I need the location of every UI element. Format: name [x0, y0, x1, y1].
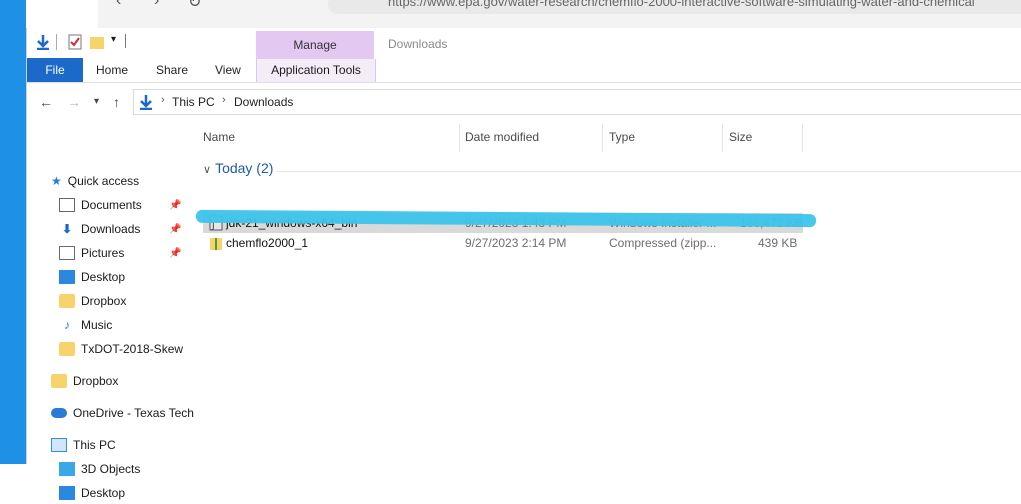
file-row[interactable]: chemflo2000_1 9/27/2023 2:14 PM Compress… [203, 233, 803, 253]
address-bar[interactable]: › This PC › Downloads [133, 89, 1021, 115]
downloads-arrow-icon [37, 35, 49, 50]
breadcrumb-downloads[interactable]: Downloads [234, 95, 293, 109]
breadcrumb-chevron-icon: › [161, 94, 165, 106]
file-size: 439 KB [758, 236, 798, 250]
quick-access-toolbar: ▾ Manage Downloads [27, 28, 1021, 59]
file-date: 9/27/2023 2:14 PM [465, 236, 567, 250]
folder-icon [59, 341, 75, 356]
folder-icon [59, 293, 75, 308]
window-title: Downloads [388, 37, 448, 51]
properties-icon[interactable] [67, 34, 83, 50]
tab-share[interactable]: Share [156, 58, 188, 82]
file-name: chemflo2000_1 [226, 236, 309, 250]
pictures-icon [59, 245, 75, 260]
up-button[interactable]: ↑ [113, 94, 120, 110]
nav-item-3d-objects[interactable]: 3D Objects [59, 458, 140, 480]
column-header-date[interactable]: Date modified [465, 130, 539, 144]
nav-label: Documents [81, 198, 142, 212]
desktop-icon [59, 485, 75, 500]
nav-label: Music [81, 318, 113, 332]
nav-this-pc[interactable]: This PC [51, 434, 116, 456]
group-label: Today (2) [215, 160, 274, 176]
nav-item-desktop-pc[interactable]: Desktop [59, 482, 125, 504]
new-folder-icon[interactable] [89, 34, 105, 50]
nav-label: Downloads [81, 222, 141, 236]
pin-icon: 📌 [169, 224, 182, 235]
nav-quick-access[interactable]: ★ Quick access [51, 170, 139, 192]
desktop-icon [59, 269, 75, 284]
back-arrow-icon[interactable]: ‹ [116, 0, 121, 10]
downloads-arrow-icon: ⬇ [61, 221, 73, 236]
nav-dropbox[interactable]: Dropbox [51, 370, 118, 392]
forward-arrow-icon[interactable]: › [154, 0, 159, 10]
file-type: Compressed (zipp... [609, 236, 717, 250]
nav-onedrive[interactable]: OneDrive - Texas Tech [51, 402, 194, 424]
group-header-today[interactable]: ∨ Today (2) [203, 160, 273, 176]
column-header-size[interactable]: Size [729, 130, 752, 144]
nav-label: Dropbox [81, 294, 127, 308]
column-divider[interactable] [802, 124, 803, 152]
cloud-icon [51, 407, 67, 418]
pin-icon: 📌 [169, 248, 182, 259]
nav-label: This PC [73, 438, 116, 452]
nav-label: Dropbox [73, 374, 119, 388]
column-divider[interactable] [602, 124, 603, 152]
nav-item-music[interactable]: ♪ Music [59, 314, 112, 336]
nav-label: Desktop [81, 270, 126, 284]
column-header-type[interactable]: Type [609, 130, 635, 144]
computer-icon [51, 437, 67, 452]
breadcrumb-this-pc[interactable]: This PC [172, 95, 215, 109]
tab-home[interactable]: Home [96, 58, 128, 82]
column-divider[interactable] [722, 124, 723, 152]
pin-icon: 📌 [169, 200, 182, 211]
ribbon-tabs: File Home Share View [27, 58, 1021, 83]
nav-item-documents[interactable]: Documents [59, 194, 142, 216]
browser-url-bar[interactable]: https://www.epa.gov/water-research/chemf… [328, 0, 1021, 14]
nav-label: 3D Objects [81, 462, 141, 476]
recent-locations-chevron-icon[interactable]: ▾ [94, 96, 99, 107]
breadcrumb-chevron-icon: › [222, 94, 226, 106]
customize-toolbar-chevron-icon[interactable]: ▾ [111, 34, 116, 45]
toolbar-divider [125, 34, 126, 48]
folder-icon [51, 373, 67, 388]
refresh-icon[interactable]: ↻ [188, 0, 201, 12]
chevron-down-icon: ∨ [203, 164, 212, 176]
star-icon: ★ [51, 174, 62, 188]
group-divider [277, 171, 1021, 172]
nav-item-downloads[interactable]: ⬇ Downloads [59, 218, 140, 240]
navigation-pane: ★ Quick access Documents 📌 ⬇ Downloads 📌 P… [27, 120, 194, 500]
column-divider[interactable] [459, 124, 460, 152]
nav-item-desktop[interactable]: Desktop [59, 266, 125, 288]
desktop-background [0, 0, 26, 464]
nav-item-pictures[interactable]: Pictures [59, 242, 124, 264]
toolbar-divider [56, 34, 57, 50]
tab-view[interactable]: View [215, 58, 241, 82]
nav-label: OneDrive - Texas Tech [73, 406, 194, 420]
tab-file[interactable]: File [27, 58, 83, 82]
browser-window-behind: ‹ › ↻ ⚿ https://www.epa.gov/water-resear… [98, 0, 1021, 29]
downloads-arrow-icon [140, 95, 152, 110]
document-icon [59, 197, 75, 212]
nav-label: Quick access [67, 174, 140, 188]
tab-application-tools[interactable]: Application Tools [256, 59, 376, 82]
file-explorer-window: ▾ Manage Downloads File Home Share View … [26, 28, 1021, 500]
file-list: Name Date modified Type Size ∨ Today (2) … [197, 120, 1021, 464]
nav-label: Pictures [81, 246, 125, 260]
back-button[interactable]: ← [39, 94, 53, 110]
zip-folder-icon [210, 238, 222, 250]
nav-item-dropbox[interactable]: Dropbox [59, 290, 126, 312]
nav-item-txdot[interactable]: TxDOT-2018-Skew [59, 338, 183, 360]
address-row: ← → ▾ ↑ › This PC › Downloads [27, 84, 1021, 120]
nav-label: TxDOT-2018-Skew [81, 342, 184, 356]
column-header-name[interactable]: Name [203, 130, 235, 144]
nav-label: Desktop [81, 486, 126, 500]
forward-button[interactable]: → [67, 94, 81, 110]
manage-tab-group[interactable]: Manage [256, 31, 374, 59]
music-icon: ♪ [64, 317, 70, 332]
